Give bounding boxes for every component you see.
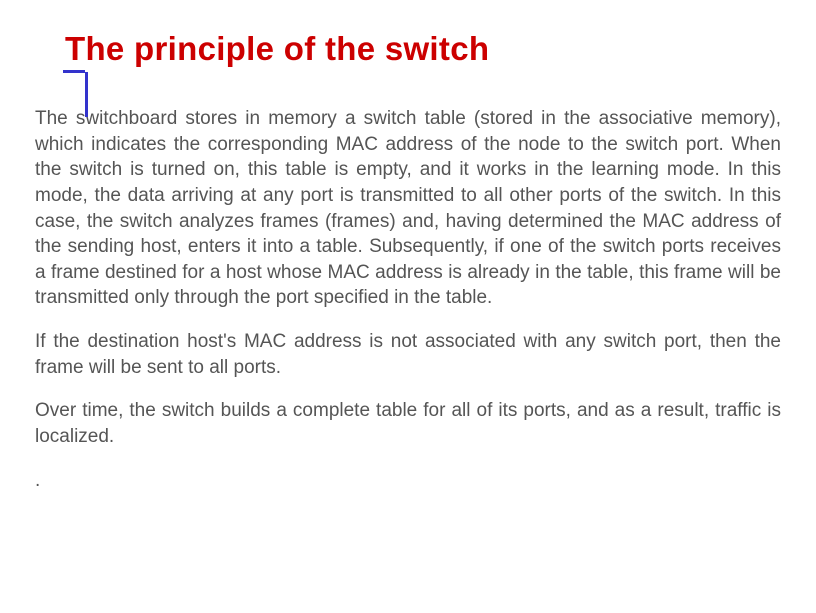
- slide-container: The principle of the switch The switchbo…: [0, 0, 816, 613]
- title-underline: [63, 70, 85, 73]
- title-vertical-line: [85, 72, 88, 117]
- paragraph-2: If the destination host's MAC address is…: [35, 329, 781, 380]
- slide-title: The principle of the switch: [65, 30, 781, 68]
- slide-content: The switchboard stores in memory a switc…: [35, 106, 781, 493]
- paragraph-3: Over time, the switch builds a complete …: [35, 398, 781, 449]
- paragraph-4: .: [35, 468, 781, 494]
- title-container: The principle of the switch: [35, 30, 781, 68]
- paragraph-1: The switchboard stores in memory a switc…: [35, 106, 781, 311]
